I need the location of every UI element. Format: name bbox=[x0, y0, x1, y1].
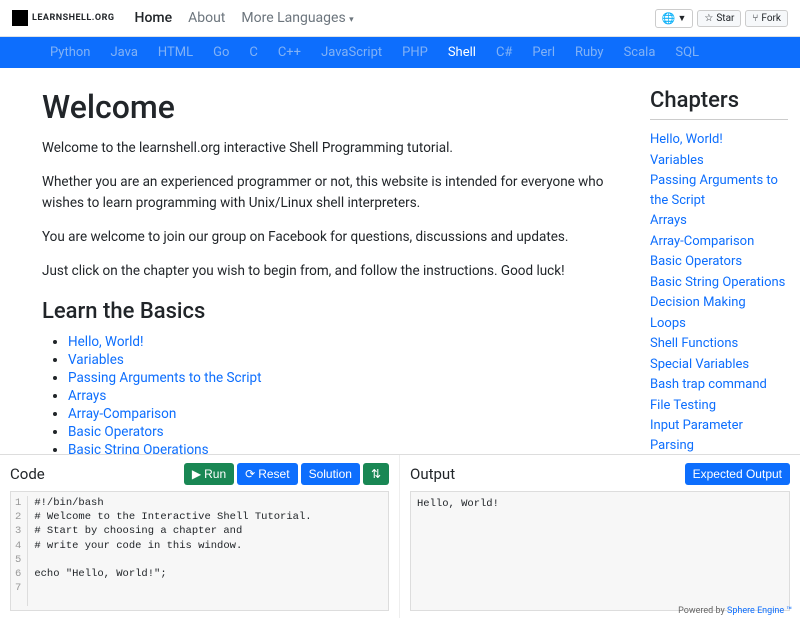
nav-more-languages[interactable]: More Languages ▾ bbox=[233, 4, 361, 32]
toggle-button[interactable]: ⇅ bbox=[363, 463, 389, 485]
fork-icon: ⑂ bbox=[752, 13, 758, 24]
lang-perl[interactable]: Perl bbox=[522, 43, 565, 62]
nav-home[interactable]: Home bbox=[127, 4, 181, 32]
logo-icon bbox=[12, 10, 28, 26]
refresh-icon: ⟳ bbox=[245, 467, 255, 481]
nav-about[interactable]: About bbox=[180, 4, 233, 32]
lang-java[interactable]: Java bbox=[100, 43, 147, 62]
sidebar-chapter-link[interactable]: Input Parameter Parsing bbox=[650, 416, 788, 454]
sidebar-chapter-link[interactable]: Passing Arguments to the Script bbox=[650, 171, 788, 210]
basics-list: Hello, World! Variables Passing Arguments … bbox=[42, 334, 630, 454]
output-area: Hello, World! bbox=[410, 491, 790, 611]
basics-heading: Learn the Basics bbox=[42, 299, 630, 324]
chapter-link[interactable]: Hello, World! bbox=[68, 334, 143, 350]
lang-c[interactable]: C bbox=[239, 43, 267, 62]
code-editor[interactable]: 1234567 #!/bin/bash# Welcome to the Inte… bbox=[10, 491, 389, 611]
lang-python[interactable]: Python bbox=[40, 43, 100, 62]
lang-c[interactable]: C# bbox=[486, 43, 522, 62]
globe-icon: 🌐 bbox=[662, 12, 676, 25]
chapter-link[interactable]: Basic String Operations bbox=[68, 442, 209, 454]
sidebar-chapter-link[interactable]: Basic String Operations bbox=[650, 273, 788, 293]
language-nav: PythonJavaHTMLGoCC++JavaScriptPHPShellC#… bbox=[0, 37, 800, 68]
sidebar-heading: Chapters bbox=[650, 88, 788, 113]
chevron-down-icon: ▼ bbox=[677, 13, 686, 24]
bottom-panel: Code ▶Run ⟳Reset Solution ⇅ 1234567 #!/b… bbox=[0, 454, 800, 618]
chapter-link[interactable]: Variables bbox=[68, 352, 124, 368]
run-button[interactable]: ▶Run bbox=[184, 463, 234, 485]
lang-html[interactable]: HTML bbox=[148, 43, 203, 62]
output-title: Output bbox=[410, 465, 455, 483]
toggle-icon: ⇅ bbox=[371, 467, 381, 481]
top-nav: LEARNSHELL.ORG HomeAboutMore Languages ▾… bbox=[0, 0, 800, 37]
top-right: 🌐▼ ☆Star ⑂Fork bbox=[655, 9, 788, 28]
sidebar-chapter-link[interactable]: Shell Functions bbox=[650, 334, 788, 354]
lang-go[interactable]: Go bbox=[203, 43, 239, 62]
list-item: Basic Operators bbox=[68, 424, 630, 440]
lang-php[interactable]: PHP bbox=[392, 43, 438, 62]
sidebar-chapter-link[interactable]: File Testing bbox=[650, 396, 788, 416]
lang-sql[interactable]: SQL bbox=[665, 43, 709, 62]
intro-paragraph: You are welcome to join our group on Fac… bbox=[42, 227, 630, 247]
intro-paragraph: Just click on the chapter you wish to be… bbox=[42, 261, 630, 281]
sidebar-divider bbox=[650, 119, 788, 120]
star-button[interactable]: ☆Star bbox=[697, 10, 741, 27]
sidebar-chapter-link[interactable]: Bash trap command bbox=[650, 375, 788, 395]
sidebar-chapter-link[interactable]: Variables bbox=[650, 151, 788, 171]
chapter-link[interactable]: Array-Comparison bbox=[68, 406, 176, 422]
lang-ruby[interactable]: Ruby bbox=[565, 43, 614, 62]
logo[interactable]: LEARNSHELL.ORG bbox=[12, 10, 115, 26]
lang-shell[interactable]: Shell bbox=[438, 43, 486, 62]
intro-paragraph: Whether you are an experienced programme… bbox=[42, 172, 630, 213]
list-item: Passing Arguments to the Script bbox=[68, 370, 630, 386]
main-area: Welcome Welcome to the learnshell.org in… bbox=[0, 68, 800, 454]
sidebar-chapter-link[interactable]: Hello, World! bbox=[650, 130, 788, 150]
sidebar-chapter-link[interactable]: Special Variables bbox=[650, 355, 788, 375]
logo-text: LEARNSHELL.ORG bbox=[32, 13, 115, 23]
chapter-link[interactable]: Arrays bbox=[68, 388, 106, 404]
sidebar: Chapters Hello, World!VariablesPassing A… bbox=[650, 88, 800, 454]
sidebar-chapter-link[interactable]: Decision Making bbox=[650, 293, 788, 313]
intro-paragraph: Welcome to the learnshell.org interactiv… bbox=[42, 138, 630, 158]
sphere-engine-link[interactable]: Sphere Engine ™ bbox=[727, 606, 792, 616]
lang-scala[interactable]: Scala bbox=[614, 43, 666, 62]
sidebar-chapter-link[interactable]: Array-Comparison bbox=[650, 232, 788, 252]
solution-button[interactable]: Solution bbox=[301, 463, 360, 485]
play-icon: ▶ bbox=[192, 467, 201, 481]
star-icon: ☆ bbox=[704, 13, 713, 24]
fork-button[interactable]: ⑂Fork bbox=[745, 10, 788, 27]
list-item: Basic String Operations bbox=[68, 442, 630, 454]
sidebar-chapter-link[interactable]: Arrays bbox=[650, 211, 788, 231]
sidebar-chapter-link[interactable]: Basic Operators bbox=[650, 252, 788, 272]
content: Welcome Welcome to the learnshell.org in… bbox=[0, 88, 650, 454]
language-selector[interactable]: 🌐▼ bbox=[655, 9, 694, 28]
chapter-link[interactable]: Passing Arguments to the Script bbox=[68, 370, 261, 386]
code-title: Code bbox=[10, 465, 45, 483]
chapter-link[interactable]: Basic Operators bbox=[68, 424, 164, 440]
list-item: Arrays bbox=[68, 388, 630, 404]
expected-output-button[interactable]: Expected Output bbox=[685, 463, 790, 485]
lang-c[interactable]: C++ bbox=[268, 43, 311, 62]
list-item: Hello, World! bbox=[68, 334, 630, 350]
reset-button[interactable]: ⟳Reset bbox=[237, 463, 297, 485]
list-item: Variables bbox=[68, 352, 630, 368]
sidebar-chapter-link[interactable]: Loops bbox=[650, 314, 788, 334]
powered-by: Powered by Sphere Engine ™ bbox=[678, 606, 792, 616]
nav-links: HomeAboutMore Languages ▾ bbox=[127, 4, 362, 32]
page-title: Welcome bbox=[42, 88, 630, 126]
lang-javascript[interactable]: JavaScript bbox=[311, 43, 392, 62]
list-item: Array-Comparison bbox=[68, 406, 630, 422]
